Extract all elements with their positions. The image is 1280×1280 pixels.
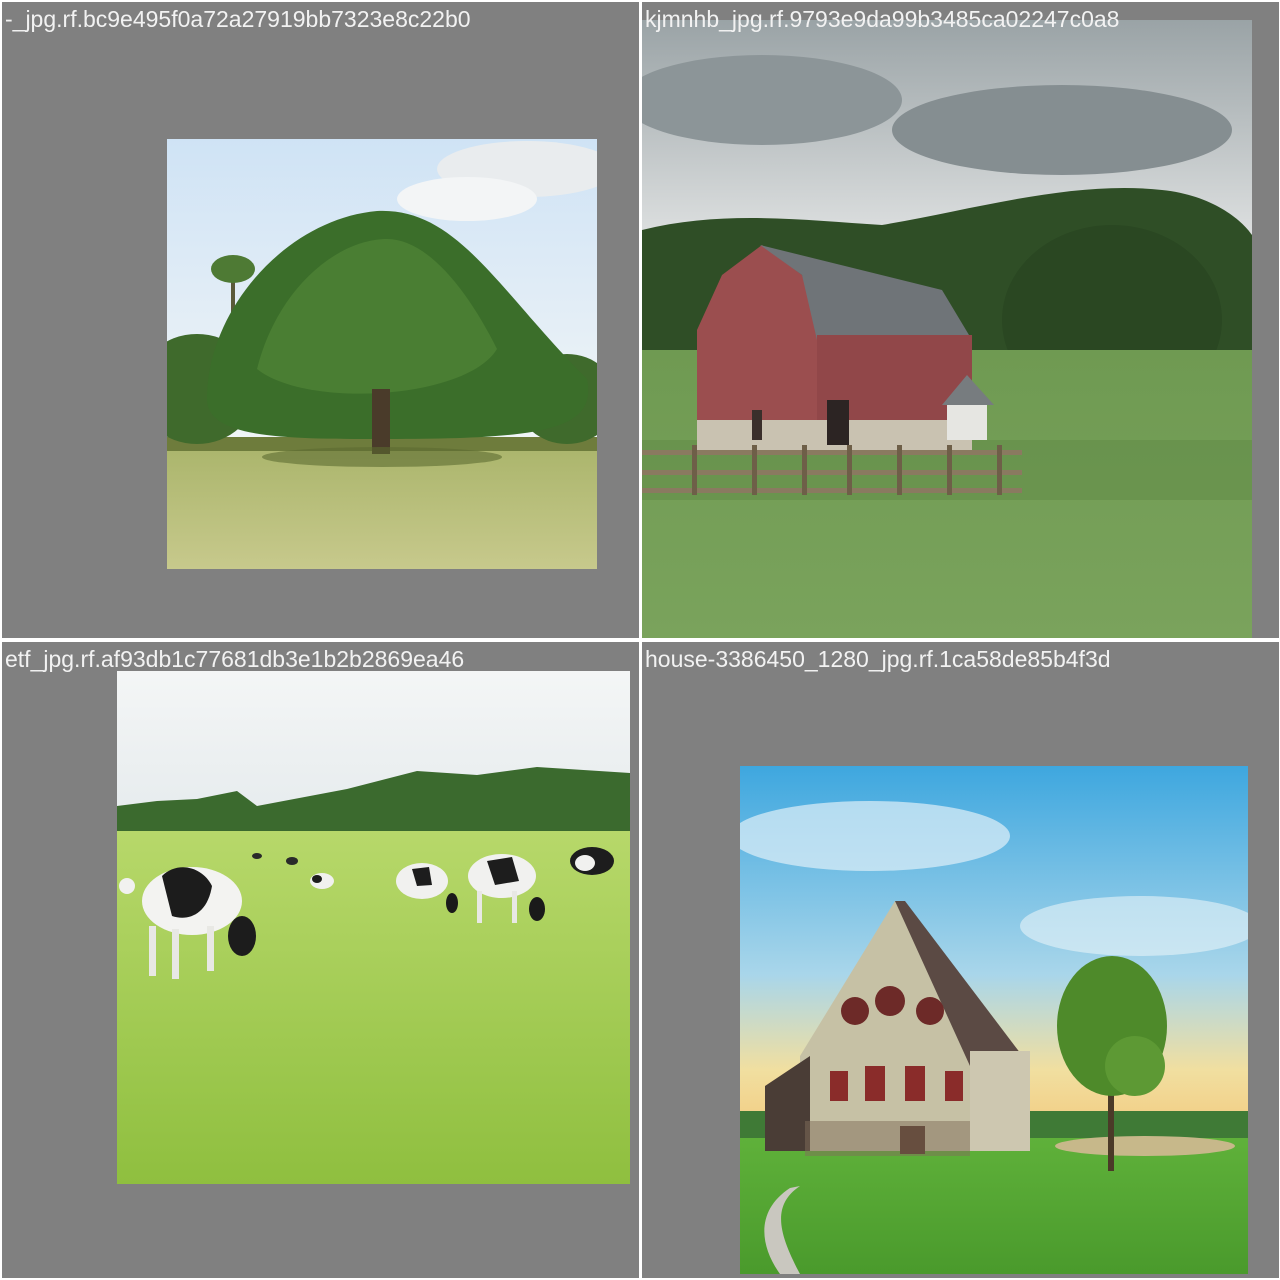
tile-house: house-3386450_1280_jpg.rf.1ca58de85b4f3d xyxy=(642,642,1279,1278)
tile-caption: etf_jpg.rf.af93db1c77681db3e1b2b2869ea46 xyxy=(5,646,465,672)
image-grid: -_jpg.rf.bc9e495f0a72a27919bb7323e8c22b0 xyxy=(0,0,1280,1280)
tile-barn: kjmnhb_jpg.rf.9793e9da99b3485ca02247c0a8 xyxy=(642,2,1279,638)
tile-cows: etf_jpg.rf.af93db1c77681db3e1b2b2869ea46 xyxy=(2,642,639,1278)
tree-photo xyxy=(167,139,597,569)
cows-photo xyxy=(117,671,630,1184)
house-photo xyxy=(740,766,1248,1274)
tile-caption: kjmnhb_jpg.rf.9793e9da99b3485ca02247c0a8 xyxy=(645,6,1120,32)
tile-tree: -_jpg.rf.bc9e495f0a72a27919bb7323e8c22b0 xyxy=(2,2,639,638)
tile-caption: -_jpg.rf.bc9e495f0a72a27919bb7323e8c22b0 xyxy=(5,6,471,32)
tile-caption: house-3386450_1280_jpg.rf.1ca58de85b4f3d xyxy=(645,646,1111,672)
barn-photo xyxy=(642,20,1252,638)
